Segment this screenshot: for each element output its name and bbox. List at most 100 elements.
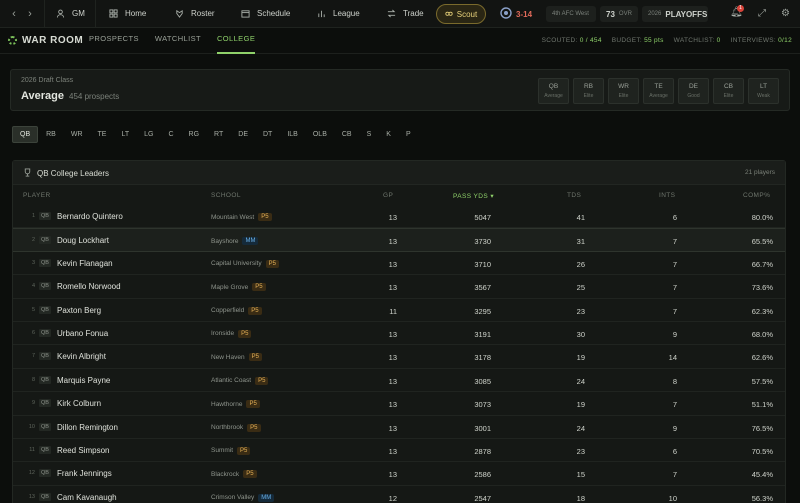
nav-trade[interactable]: Trade — [386, 0, 436, 28]
row-player-name[interactable]: Frank Jennings — [57, 469, 112, 478]
position-filter-rb[interactable]: RB — [39, 126, 63, 143]
collapse-icon[interactable]: ⤢ — [758, 8, 766, 19]
back-arrow-icon[interactable]: ‹ — [6, 8, 22, 20]
table-row[interactable]: 7 QB Kevin Albright New Haven P5 13 3178 19 14 62… — [13, 345, 785, 369]
grade-card-cb: CB Elite — [713, 78, 744, 104]
row-position-tag: QB — [39, 375, 51, 384]
nav-scout-button[interactable]: Scout — [436, 4, 486, 24]
row-conference-badge: P5 — [252, 283, 266, 292]
row-player-name[interactable]: Bernardo Quintero — [57, 212, 123, 221]
nav-league[interactable]: League — [316, 0, 374, 28]
position-filter-wr[interactable]: WR — [64, 126, 90, 143]
table-row[interactable]: 6 QB Urbano Fonua Ironside P5 13 3191 30 9 68.0% — [13, 322, 785, 346]
stat-label: SCOUTED: — [541, 37, 578, 44]
column-header-tds[interactable]: TDS — [567, 192, 581, 199]
row-stat-comp: 66.7% — [751, 259, 773, 269]
row-player-name[interactable]: Kevin Albright — [57, 352, 106, 361]
column-header-ints[interactable]: INTS — [659, 192, 675, 199]
tab-prospects[interactable]: PROSPECTS — [89, 28, 139, 54]
row-stat-comp: 73.6% — [751, 283, 773, 293]
position-filter-qb[interactable]: QB — [12, 126, 39, 143]
row-school-name: Maple Grove — [211, 283, 249, 291]
team-record[interactable]: 3-14 — [500, 0, 532, 28]
row-rank: 6 — [31, 329, 35, 336]
row-player-name[interactable]: Reed Simpson — [57, 446, 109, 455]
row-stat-tds: 23 — [576, 306, 585, 316]
row-conference-badge: P5 — [248, 353, 262, 362]
row-stat-tds: 31 — [576, 237, 585, 247]
table-row[interactable]: 13 QB Cam Kavanaugh Crimson Valley MM 12 2547 1… — [13, 486, 785, 503]
column-header-pass-yds[interactable]: PASS YDS ▾ — [453, 192, 494, 200]
forward-arrow-icon[interactable]: › — [22, 8, 38, 20]
grade-card-te: TE Average — [643, 78, 674, 104]
row-player-name[interactable]: Dillon Remington — [57, 423, 118, 432]
notification-badge: 1 — [737, 5, 744, 12]
table-row[interactable]: 1 QB Bernardo Quintero Mountain West P5 13 504… — [13, 205, 785, 229]
row-stat-gp: 13 — [388, 423, 397, 433]
season-pill[interactable]: 2026 PLAYOFFS — [642, 6, 708, 22]
tab-college[interactable]: COLLEGE — [216, 28, 256, 54]
grade-pos: TE — [654, 83, 663, 90]
row-stat-tds: 18 — [576, 493, 585, 503]
row-stat-yds: 2547 — [474, 493, 491, 503]
row-player-name[interactable]: Kevin Flanagan — [57, 259, 113, 268]
position-filter-c[interactable]: C — [161, 126, 180, 143]
gear-icon[interactable]: ⚙ — [781, 8, 790, 19]
table-row[interactable]: 4 QB Romello Norwood Maple Grove P5 13 3567 25 7… — [13, 275, 785, 299]
column-header-comp[interactable]: COMP% — [743, 192, 770, 199]
position-filter-olb[interactable]: OLB — [306, 126, 334, 143]
position-filter-p[interactable]: P — [399, 126, 418, 143]
row-stat-tds: 15 — [576, 470, 585, 480]
tab-watchlist[interactable]: WATCHLIST — [155, 28, 201, 54]
row-player-name[interactable]: Doug Lockhart — [57, 236, 109, 245]
table-row[interactable]: 12 QB Frank Jennings Blackrock P5 13 2586 15 7 45… — [13, 462, 785, 486]
war-room-tabs: PROSPECTS WATCHLIST COLLEGE — [89, 28, 256, 54]
position-filter-lt[interactable]: LT — [114, 126, 136, 143]
position-filter-de[interactable]: DE — [231, 126, 255, 143]
grade-value: Average — [544, 93, 563, 99]
table-row[interactable]: 10 QB Dillon Remington Northbrook P5 13 3001 24… — [13, 416, 785, 439]
column-header-player[interactable]: PLAYER — [23, 192, 51, 199]
position-filter-k[interactable]: K — [379, 126, 398, 143]
grade-value: Elite — [723, 93, 734, 99]
table-row[interactable]: 9 QB Kirk Colburn Hawthorne P5 13 3073 19 7 51.1% — [13, 392, 785, 416]
position-filter-rt[interactable]: RT — [207, 126, 230, 143]
nav-home[interactable]: Home — [108, 0, 162, 28]
nav-league-label: League — [333, 9, 360, 18]
nav-roster[interactable]: Roster — [174, 0, 228, 28]
row-player-name[interactable]: Paxton Berg — [57, 306, 101, 315]
table-row[interactable]: 2 QB Doug Lockhart Bayshore MM 13 3730 31 7 65.5% — [13, 228, 785, 252]
column-header-school[interactable]: SCHOOL — [211, 192, 241, 199]
position-filter-s[interactable]: S — [360, 126, 379, 143]
position-filter-rg[interactable]: RG — [182, 126, 207, 143]
column-header-gp[interactable]: GP — [383, 192, 393, 199]
bar-chart-icon — [316, 8, 327, 19]
table-row[interactable]: 5 QB Paxton Berg Copperfield P5 11 3295 23 7 62.3… — [13, 299, 785, 322]
row-player-name[interactable]: Cam Kavanaugh — [57, 493, 117, 502]
table-row[interactable]: 3 QB Kevin Flanagan Capital University P5 13 3… — [13, 252, 785, 276]
row-rank: 10 — [28, 423, 35, 430]
position-filter-lg[interactable]: LG — [137, 126, 160, 143]
nav-schedule[interactable]: Schedule — [240, 0, 304, 28]
row-player-name[interactable]: Urbano Fonua — [57, 329, 108, 338]
nav-gm[interactable]: GM — [55, 0, 95, 28]
row-stat-tds: 24 — [576, 423, 585, 433]
position-filter-te[interactable]: TE — [91, 126, 114, 143]
row-stat-tds: 24 — [576, 376, 585, 386]
grade-pos: DE — [688, 83, 699, 90]
stat-label: BUDGET: — [611, 37, 643, 44]
row-player-name[interactable]: Marquis Payne — [57, 376, 110, 385]
grade-value: Good — [687, 93, 700, 99]
position-filter-cb[interactable]: CB — [335, 126, 359, 143]
row-school: Ironside P5 — [211, 329, 252, 338]
table-row[interactable]: 11 QB Reed Simpson Summit P5 13 2878 23 6 70.5% — [13, 439, 785, 463]
position-filter-dt[interactable]: DT — [256, 126, 279, 143]
row-stat-tds: 30 — [576, 329, 585, 339]
position-filter-ilb[interactable]: ILB — [280, 126, 305, 143]
draft-class-card: 2026 Draft Class Average 454 prospects Q… — [10, 69, 790, 111]
row-stat-gp: 13 — [388, 400, 397, 410]
row-player-name[interactable]: Romello Norwood — [57, 282, 121, 291]
table-row[interactable]: 8 QB Marquis Payne Atlantic Coast P5 13 3085 24… — [13, 369, 785, 393]
row-player-name[interactable]: Kirk Colburn — [57, 399, 101, 408]
row-stat-yds: 3178 — [474, 353, 491, 363]
